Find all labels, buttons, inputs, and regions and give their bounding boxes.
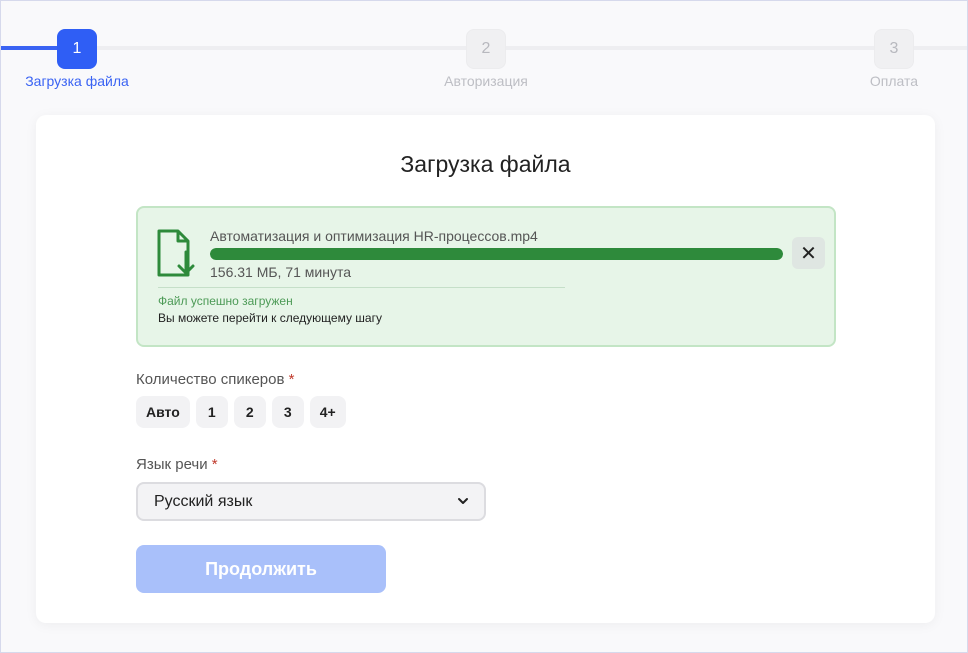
close-icon: ✕ bbox=[800, 242, 817, 265]
step-1-label: Загрузка файла bbox=[25, 73, 129, 89]
speakers-options: Авто 1 2 3 4+ bbox=[136, 396, 346, 428]
upload-success-status: Файл успешно загружен bbox=[158, 294, 293, 308]
speakers-label: Количество спикеров * bbox=[136, 371, 294, 388]
divider bbox=[158, 287, 565, 288]
upload-card: Загрузка файла Автоматизация и оптимизац… bbox=[36, 115, 935, 623]
language-selected-value: Русский язык bbox=[154, 492, 253, 510]
step-2-label: Авторизация bbox=[444, 73, 528, 89]
upload-next-hint: Вы можете перейти к следующему шагу bbox=[158, 311, 382, 325]
language-label: Язык речи * bbox=[136, 456, 218, 473]
speakers-option-auto[interactable]: Авто bbox=[136, 396, 190, 428]
file-name: Автоматизация и оптимизация HR-процессов… bbox=[210, 228, 538, 244]
card-title: Загрузка файла bbox=[400, 151, 571, 177]
continue-button[interactable]: Продолжить bbox=[136, 545, 386, 593]
speakers-option-2[interactable]: 2 bbox=[233, 396, 266, 428]
language-label-text: Язык речи bbox=[136, 456, 208, 473]
upload-progress-fill bbox=[210, 248, 783, 260]
uploaded-file-panel: Автоматизация и оптимизация HR-процессов… bbox=[136, 206, 836, 347]
speakers-label-text: Количество спикеров bbox=[136, 371, 285, 388]
step-2-badge[interactable]: 2 bbox=[466, 29, 506, 69]
speakers-option-3[interactable]: 3 bbox=[271, 396, 304, 428]
step-3-badge[interactable]: 3 bbox=[874, 29, 914, 69]
chevron-down-icon bbox=[458, 498, 468, 504]
language-select[interactable]: Русский язык bbox=[136, 482, 486, 521]
stepper: 1 Загрузка файла 2 Авторизация 3 Оплата bbox=[1, 1, 968, 101]
file-download-icon bbox=[157, 229, 195, 277]
step-3-label: Оплата bbox=[869, 73, 919, 89]
step-1-badge[interactable]: 1 bbox=[57, 29, 97, 69]
required-mark: * bbox=[288, 371, 295, 388]
speakers-option-1[interactable]: 1 bbox=[195, 396, 228, 428]
remove-file-button[interactable]: ✕ bbox=[792, 237, 825, 269]
speakers-option-4-plus[interactable]: 4+ bbox=[309, 396, 346, 428]
upload-progress-bar bbox=[210, 248, 783, 260]
required-mark: * bbox=[211, 456, 218, 473]
file-meta: 156.31 МБ, 71 минута bbox=[210, 264, 352, 280]
